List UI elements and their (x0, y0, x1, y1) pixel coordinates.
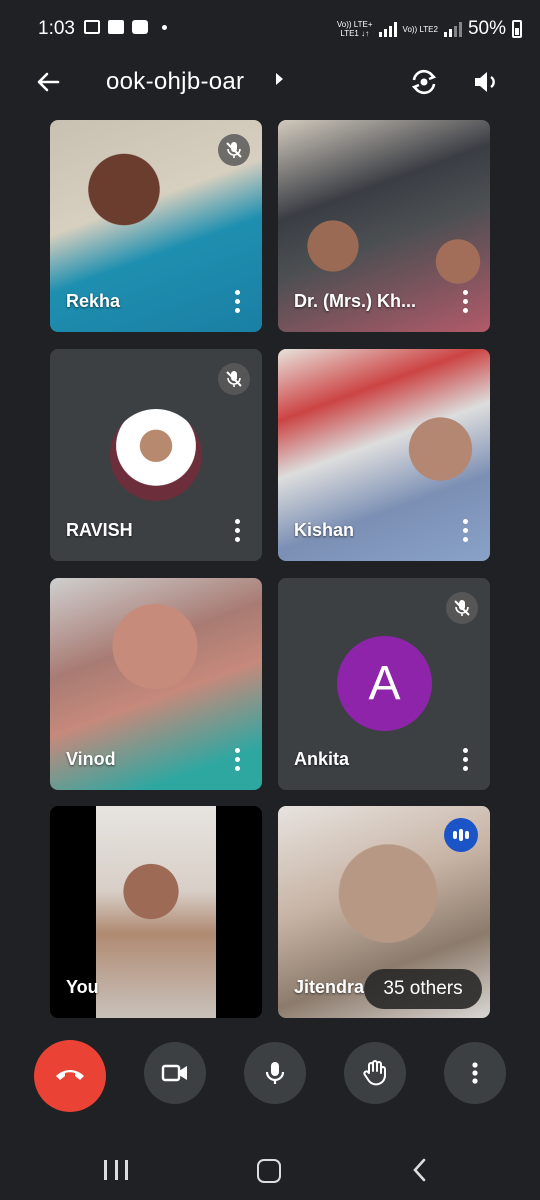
participant-name: RAVISH (66, 520, 133, 540)
avatar: A (337, 636, 432, 731)
participant-name: Ankita (294, 749, 350, 769)
participant-video-2 (428, 230, 488, 300)
home-icon[interactable] (257, 1159, 281, 1183)
mic-off-icon (446, 592, 478, 624)
notification-icon (84, 20, 100, 34)
notification-icons (84, 20, 167, 34)
participant-name: Rekha (66, 291, 121, 311)
more-options-icon[interactable] (462, 290, 468, 314)
participant-tile[interactable]: Vinod (50, 578, 262, 790)
more-options-icon[interactable] (462, 748, 468, 772)
more-options-icon[interactable] (462, 519, 468, 543)
signal-icon-1 (378, 21, 397, 37)
caret-right-icon[interactable] (276, 73, 283, 85)
meeting-code[interactable]: ook-ohjb-oar (106, 68, 244, 96)
status-bar: 1:03 Vo)) LTE+ LTE1 ↓↑ Vo)) LTE2 50% (0, 0, 540, 60)
gallery-icon (108, 20, 124, 34)
network-label-2: Vo)) LTE2 (402, 24, 438, 34)
flip-camera-icon[interactable] (408, 66, 440, 98)
call-controls (0, 1040, 540, 1120)
battery-percent: 50% (467, 18, 506, 39)
back-arrow-icon[interactable] (32, 66, 64, 98)
self-face (116, 851, 186, 941)
more-notifications-dot (162, 24, 167, 30)
participant-name: Jitendra (294, 977, 365, 997)
self-video-tile[interactable]: You (50, 806, 262, 1018)
participant-video (95, 588, 215, 718)
participant-name: Dr. (Mrs.) Kh... (294, 291, 417, 311)
participant-tile[interactable]: A Ankita (278, 578, 490, 790)
participant-video (398, 404, 483, 504)
participant-name: Kishan (294, 520, 355, 540)
camera-button[interactable] (144, 1042, 206, 1104)
battery-icon (512, 20, 522, 38)
participant-name: Vinod (66, 749, 116, 769)
status-right: Vo)) LTE+ LTE1 ↓↑ Vo)) LTE2 50% (337, 18, 522, 40)
participant-video (74, 140, 174, 250)
participant-tile[interactable]: Dr. (Mrs.) Kh... (278, 120, 490, 332)
recent-apps-icon[interactable] (104, 1160, 128, 1180)
more-options-icon[interactable] (234, 519, 240, 543)
avatar (110, 409, 202, 501)
system-nav-bar (0, 1140, 540, 1200)
message-icon (132, 20, 148, 34)
participant-video (298, 210, 368, 290)
speaker-icon[interactable] (470, 66, 502, 98)
meeting-header: ook-ohjb-oar (0, 60, 540, 104)
participant-tile[interactable]: RAVISH (50, 349, 262, 561)
end-call-button[interactable] (34, 1040, 106, 1112)
more-options-button[interactable] (444, 1042, 506, 1104)
status-time: 1:03 (38, 18, 75, 39)
raise-hand-button[interactable] (344, 1042, 406, 1104)
participant-video (318, 826, 458, 976)
microphone-button[interactable] (244, 1042, 306, 1104)
participant-tile[interactable]: Kishan (278, 349, 490, 561)
self-video (96, 806, 216, 1018)
participant-tile[interactable]: Rekha (50, 120, 262, 332)
mic-off-icon (218, 363, 250, 395)
speaking-indicator-icon (444, 818, 478, 852)
others-badge[interactable]: 35 others (364, 969, 482, 1009)
participant-name: You (66, 977, 99, 997)
nav-back-icon[interactable] (410, 1158, 430, 1182)
network-label-1: Vo)) LTE+ LTE1 ↓↑ (336, 20, 373, 38)
mic-off-icon (218, 134, 250, 166)
more-options-icon[interactable] (234, 290, 240, 314)
more-options-icon[interactable] (234, 748, 240, 772)
signal-icon-2 (443, 21, 462, 37)
